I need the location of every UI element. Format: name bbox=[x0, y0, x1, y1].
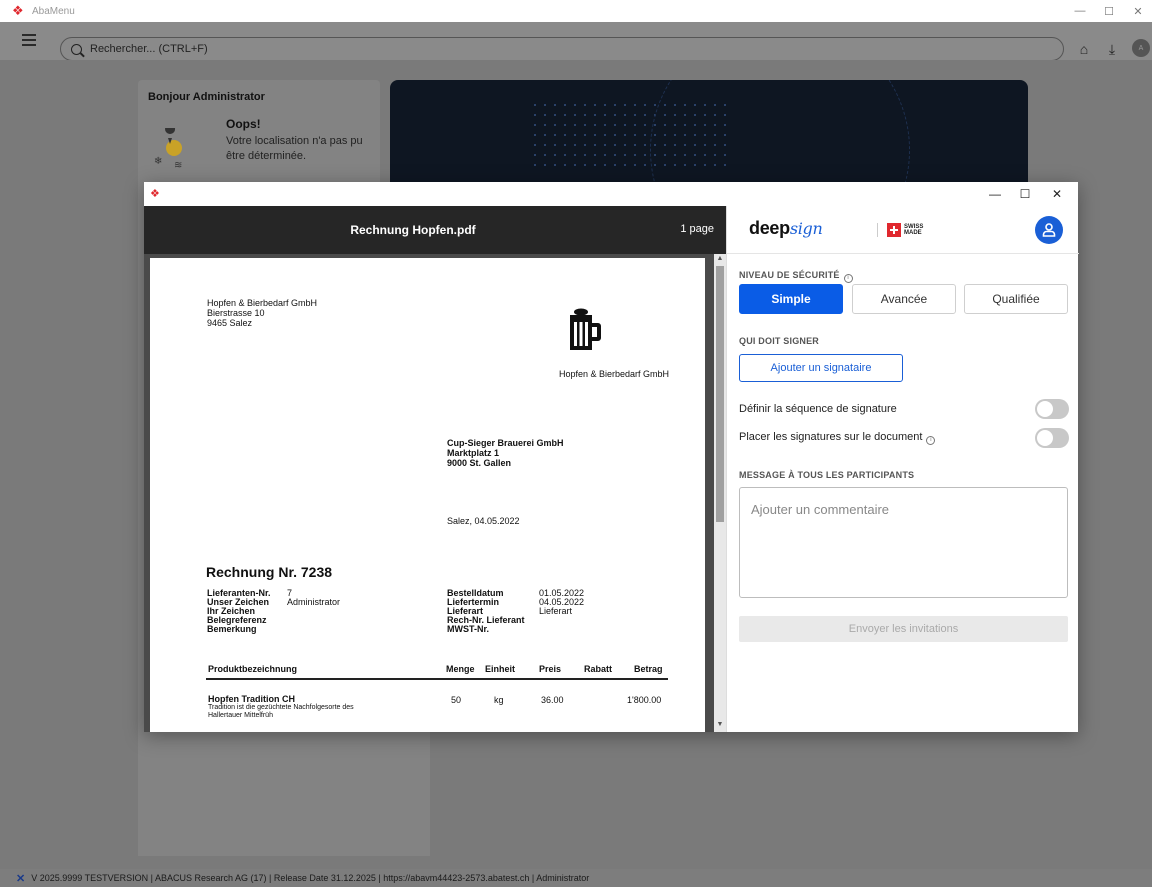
row-product: Hopfen Tradition CH bbox=[208, 694, 295, 704]
sender-name: Hopfen & Bierbedarf GmbH bbox=[207, 298, 318, 308]
table-header-price: Preis bbox=[539, 664, 562, 674]
home-icon[interactable]: ⌂ bbox=[1075, 40, 1093, 58]
user-icon bbox=[1042, 223, 1056, 237]
row-qty: 50 bbox=[451, 695, 462, 705]
table-header-amount: Betrag bbox=[634, 664, 663, 674]
place-signatures-row: Placer les signatures sur le document i bbox=[739, 427, 1069, 449]
table-header-rule bbox=[206, 678, 668, 680]
info-icon[interactable]: i bbox=[843, 274, 853, 283]
scroll-up-icon[interactable]: ▲ bbox=[715, 255, 725, 265]
logo-script: sign bbox=[789, 219, 823, 238]
weather-error-title: Oops! bbox=[226, 117, 261, 131]
add-signer-button[interactable]: Ajouter un signataire bbox=[739, 354, 903, 382]
deepsign-dialog: ❖ — ☐ ✕ Rechnung Hopfen.pdf 1 page Hopfe… bbox=[144, 182, 1079, 732]
dialog-minimize-icon[interactable]: — bbox=[980, 184, 1010, 204]
security-simple-button[interactable]: Simple bbox=[739, 284, 843, 314]
close-icon[interactable]: ✕ bbox=[1124, 0, 1152, 22]
signing-header: deepsign SWISS MADE bbox=[727, 206, 1079, 254]
pdf-viewport[interactable]: Hopfen & Bierbedarf GmbH Bierstrasse 10 … bbox=[144, 254, 726, 732]
abacus-logo-icon: ❖ bbox=[150, 188, 160, 200]
app-titlebar: ❖ AbaMenu — ☐ ✕ bbox=[0, 0, 1152, 22]
hero-banner bbox=[390, 80, 1028, 186]
minimize-icon[interactable]: — bbox=[1066, 0, 1094, 22]
swiss-flag-icon bbox=[887, 223, 901, 237]
place-signatures-label: Placer les signatures sur le document bbox=[739, 431, 923, 443]
logo-caption: Hopfen & Bierbedarf GmbH bbox=[559, 369, 670, 379]
status-text: V 2025.9999 TESTVERSION | ABACUS Researc… bbox=[31, 873, 590, 883]
logo-text: deep bbox=[749, 218, 790, 238]
weather-icon: ❄ ≋ bbox=[154, 128, 182, 170]
avatar[interactable]: A bbox=[1132, 39, 1150, 57]
swiss-made-badge: SWISS MADE bbox=[887, 223, 923, 237]
search-placeholder: Rechercher... (CTRL+F) bbox=[90, 43, 208, 55]
pdf-scrollbar-thumb[interactable] bbox=[716, 266, 724, 522]
sender-street: Bierstrasse 10 bbox=[207, 308, 265, 318]
swiss-made-text: SWISS MADE bbox=[904, 224, 923, 236]
field-value: Lieferart bbox=[539, 606, 573, 616]
place-signatures-toggle[interactable] bbox=[1035, 428, 1069, 448]
row-amount: 1'800.00 bbox=[627, 695, 662, 705]
download-icon[interactable]: ⤓ bbox=[1103, 40, 1121, 58]
pdf-page-count: 1 page bbox=[680, 223, 714, 235]
greeting-card-lower bbox=[138, 732, 430, 856]
signing-sequence-label: Définir la séquence de signature bbox=[739, 403, 897, 415]
svg-text:≋: ≋ bbox=[174, 160, 182, 170]
row-unit: kg bbox=[494, 695, 504, 705]
signing-sequence-row: Définir la séquence de signature bbox=[739, 398, 1069, 420]
security-level-label-text: NIVEAU DE SÉCURITÉ bbox=[739, 270, 840, 280]
greeting-title: Bonjour Administrator bbox=[148, 91, 265, 103]
sender-city: 9465 Salez bbox=[207, 318, 253, 328]
maximize-icon[interactable]: ☐ bbox=[1095, 0, 1123, 22]
swiss-line-2: MADE bbox=[904, 230, 922, 236]
menu-icon[interactable] bbox=[22, 34, 36, 46]
security-level-label: NIVEAU DE SÉCURITÉ i bbox=[739, 270, 853, 283]
field-value: Administrator bbox=[287, 597, 341, 607]
field-label: MWST-Nr. bbox=[447, 624, 489, 634]
security-qualified-button[interactable]: Qualifiée bbox=[964, 284, 1068, 314]
table-header-product: Produktbezeichnung bbox=[208, 664, 298, 674]
pdf-file-name: Rechnung Hopfen.pdf bbox=[350, 223, 476, 237]
recipient-name: Cup-Sieger Brauerei GmbH bbox=[447, 438, 564, 448]
search-input[interactable]: Rechercher... (CTRL+F) bbox=[60, 37, 1064, 61]
table-header-discount: Rabatt bbox=[584, 664, 613, 674]
beer-mug-logo-icon bbox=[570, 308, 601, 350]
dialog-maximize-icon[interactable]: ☐ bbox=[1010, 184, 1040, 204]
row-description: Tradition ist die gezüchtete Nachfolgeso… bbox=[208, 704, 354, 711]
pdf-page: Hopfen & Bierbedarf GmbH Bierstrasse 10 … bbox=[150, 258, 705, 732]
signing-panel: deepsign SWISS MADE NIVEAU DE SÉCURITÉ i S… bbox=[726, 206, 1079, 732]
message-textarea[interactable]: Ajouter un commentaire bbox=[739, 487, 1068, 598]
send-invitations-button[interactable]: Envoyer les invitations bbox=[739, 616, 1068, 642]
message-label: MESSAGE À TOUS LES PARTICIPANTS bbox=[739, 470, 915, 480]
banner-arcs bbox=[650, 80, 910, 186]
app-title: AbaMenu bbox=[32, 5, 75, 17]
user-account-button[interactable] bbox=[1035, 216, 1063, 244]
abacus-x-icon: ✕ bbox=[16, 872, 26, 885]
row-description: Hallertauer Mittelfrüh bbox=[208, 712, 273, 719]
recipient-city: 9000 St. Gallen bbox=[447, 458, 512, 468]
logo-divider bbox=[877, 223, 878, 237]
table-header-unit: Einheit bbox=[485, 664, 516, 674]
place-date: Salez, 04.05.2022 bbox=[447, 516, 520, 526]
pdf-header: Rechnung Hopfen.pdf 1 page bbox=[144, 206, 726, 254]
search-icon bbox=[71, 43, 82, 55]
dialog-titlebar: ❖ — ☐ ✕ bbox=[144, 182, 1078, 206]
signing-sequence-toggle[interactable] bbox=[1035, 399, 1069, 419]
who-signs-label: QUI DOIT SIGNER bbox=[739, 336, 820, 346]
weather-error-text: Votre localisation n'a pas pu être déter… bbox=[226, 135, 363, 162]
field-label: Bemerkung bbox=[207, 624, 257, 634]
security-advanced-button[interactable]: Avancée bbox=[852, 284, 956, 314]
svg-text:❄: ❄ bbox=[154, 156, 162, 167]
dialog-close-icon[interactable]: ✕ bbox=[1042, 184, 1072, 204]
table-header-qty: Menge bbox=[446, 664, 475, 674]
status-bar: ✕ V 2025.9999 TESTVERSION | ABACUS Resea… bbox=[0, 869, 1152, 887]
invoice-title: Rechnung Nr. 7238 bbox=[206, 564, 333, 580]
recipient-street: Marktplatz 1 bbox=[447, 448, 500, 458]
deepsign-logo: deepsign bbox=[749, 218, 823, 239]
scroll-down-icon[interactable]: ▼ bbox=[715, 721, 725, 731]
info-icon[interactable]: i bbox=[926, 436, 936, 445]
abacus-logo-icon: ❖ bbox=[12, 3, 24, 18]
row-price: 36.00 bbox=[541, 695, 564, 705]
place-signatures-label-wrap: Placer les signatures sur le document i bbox=[739, 431, 936, 445]
